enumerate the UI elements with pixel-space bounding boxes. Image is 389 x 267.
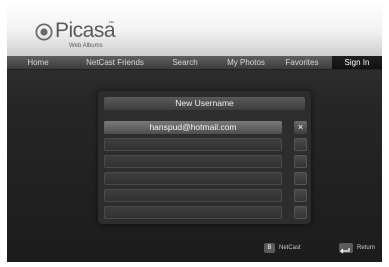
empty-delete-button[interactable]: [294, 189, 307, 202]
empty-username-slot[interactable]: [104, 189, 282, 202]
empty-delete-button[interactable]: [294, 172, 307, 185]
netcast-key-badge: B: [264, 243, 275, 253]
empty-username-slot[interactable]: [104, 206, 282, 219]
netcast-hint-label[interactable]: NetCast: [279, 243, 301, 253]
tab-netcast-friends[interactable]: NetCast Friends: [75, 56, 155, 69]
empty-username-slot[interactable]: [104, 138, 282, 151]
tab-favorites[interactable]: Favorites: [277, 56, 327, 69]
tab-my-photos[interactable]: My Photos: [215, 56, 277, 69]
tab-search[interactable]: Search: [155, 56, 215, 69]
tab-home[interactable]: Home: [7, 56, 69, 69]
saved-username-entry[interactable]: hanspud@hotmail.com: [104, 121, 282, 134]
return-arrow-icon: [339, 243, 353, 254]
logo-subtitle: Web Albums: [69, 43, 103, 49]
sign-in-panel: New Username hanspud@hotmail.com ×: [98, 91, 311, 224]
empty-username-slot[interactable]: [104, 155, 282, 168]
return-hint-label[interactable]: Return: [357, 243, 375, 253]
picasa-pinwheel-icon: [35, 23, 53, 41]
header: Picasa ™ Web Albums: [7, 0, 382, 56]
footer-hints: B NetCast Return: [7, 234, 382, 262]
logo-trademark: ™: [108, 21, 114, 27]
empty-username-slot[interactable]: [104, 172, 282, 185]
return-arrow-icon: [340, 248, 350, 254]
nav-bar: Home NetCast Friends Search My Photos Fa…: [7, 56, 382, 70]
new-username-button[interactable]: New Username: [104, 97, 305, 110]
tv-screen: Picasa ™ Web Albums Home NetCast Friends…: [7, 0, 382, 262]
picasa-logo: Picasa ™ Web Albums: [35, 19, 116, 51]
empty-delete-button[interactable]: [294, 138, 307, 151]
tab-sign-in[interactable]: Sign In: [332, 56, 382, 69]
close-icon[interactable]: ×: [294, 121, 307, 134]
empty-delete-button[interactable]: [294, 206, 307, 219]
logo-text: Picasa: [55, 19, 116, 42]
empty-delete-button[interactable]: [294, 155, 307, 168]
